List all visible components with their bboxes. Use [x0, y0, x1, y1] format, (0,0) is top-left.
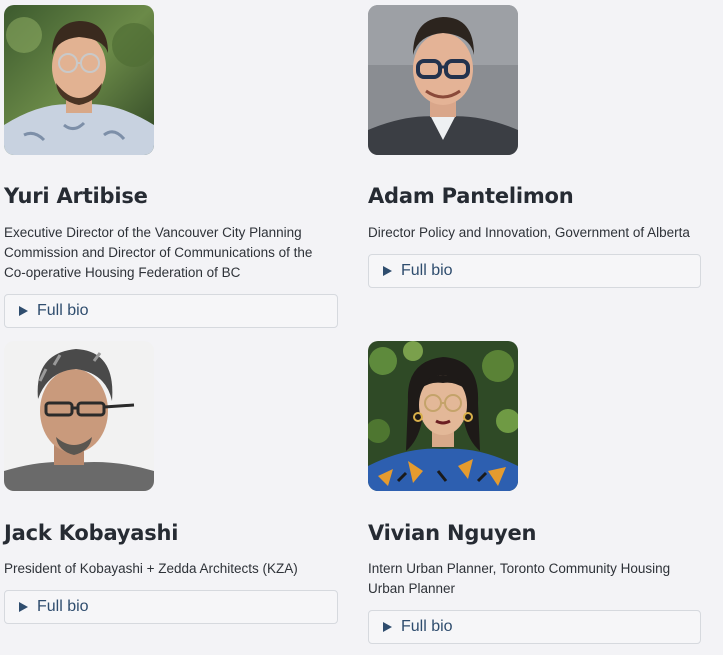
full-bio-label: Full bio [37, 598, 89, 615]
speaker-photo [368, 5, 518, 155]
portrait-image [4, 341, 154, 491]
full-bio-label: Full bio [401, 262, 453, 279]
speaker-grid: Yuri Artibise Executive Director of the … [0, 0, 723, 655]
speaker-card-adam-pantelimon: Adam Pantelimon Director Policy and Inno… [368, 0, 702, 330]
speaker-title: President of Kobayashi + Zedda Architect… [4, 561, 298, 576]
speaker-title: Director Policy and Innovation, Governme… [368, 225, 690, 240]
play-triangle-icon [19, 306, 28, 316]
speaker-name: Vivian Nguyen [368, 521, 537, 545]
full-bio-button[interactable]: Full bio [4, 294, 338, 328]
speaker-photo [4, 5, 154, 155]
play-triangle-icon [383, 266, 392, 276]
speaker-name: Adam Pantelimon [368, 184, 574, 208]
speaker-title: Intern Urban Planner, Toronto Community … [368, 561, 671, 596]
speaker-title: Executive Director of the Vancouver City… [4, 225, 313, 280]
speaker-photo [4, 341, 154, 491]
play-triangle-icon [383, 622, 392, 632]
full-bio-label: Full bio [37, 302, 89, 319]
full-bio-label: Full bio [401, 618, 453, 635]
speaker-name: Jack Kobayashi [4, 521, 179, 545]
play-triangle-icon [19, 602, 28, 612]
speaker-name: Yuri Artibise [4, 184, 148, 208]
full-bio-button[interactable]: Full bio [4, 590, 338, 624]
speaker-card-yuri-artibise: Yuri Artibise Executive Director of the … [4, 0, 338, 330]
portrait-image [368, 341, 518, 491]
full-bio-button[interactable]: Full bio [368, 610, 701, 644]
speaker-card-vivian-nguyen: Vivian Nguyen Intern Urban Planner, Toro… [368, 341, 702, 651]
speaker-card-jack-kobayashi: Jack Kobayashi President of Kobayashi + … [4, 341, 338, 631]
speaker-photo [368, 341, 518, 491]
portrait-image [4, 5, 154, 155]
portrait-image [368, 5, 518, 155]
full-bio-button[interactable]: Full bio [368, 254, 701, 288]
